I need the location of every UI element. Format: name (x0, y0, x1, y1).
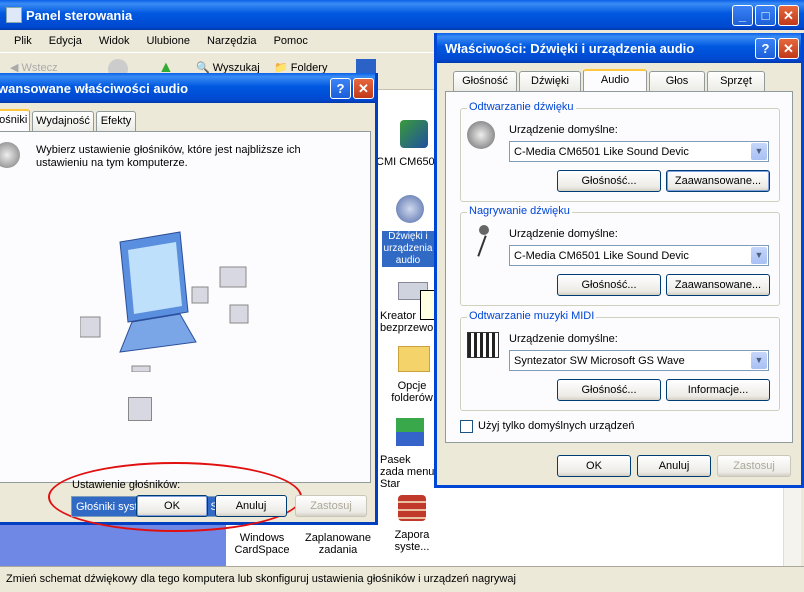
chevron-down-icon[interactable]: ▼ (751, 247, 767, 264)
speaker-cube-rear-left (128, 397, 152, 421)
advanced-tab-panel: Wybierz ustawienie głośników, które jest… (0, 131, 371, 532)
menu-view[interactable]: Widok (99, 35, 130, 47)
folder-options-label: Opcje folderów (391, 380, 433, 404)
cmi-label: CMI CM650 Sound Con (376, 156, 436, 168)
tab-volume[interactable]: Głośność (453, 71, 517, 91)
tab-voice[interactable]: Głos (649, 71, 705, 91)
cp-item-sounds[interactable]: Dźwięki i urządzenia audio (382, 195, 438, 267)
default-devices-label[interactable]: Użyj tylko domyślnych urządzeń (478, 420, 635, 432)
help-button[interactable]: ? (755, 38, 776, 59)
midi-volume-button[interactable]: Głośność... (557, 379, 661, 401)
chevron-down-icon[interactable]: ▼ (751, 143, 767, 160)
speaker-icon (396, 195, 424, 223)
menu-edit[interactable]: Edycja (49, 35, 82, 47)
cp-item-cmi[interactable]: CMI CM650 Sound Con (376, 120, 438, 168)
sound-tab-panel: Odtwarzanie dźwięku Urządzenie domyślne:… (445, 91, 793, 443)
cardspace-label: Windows CardSpace (234, 532, 290, 556)
midi-keyboard-icon (467, 332, 499, 358)
folder-options-icon (398, 346, 430, 372)
chevron-down-icon[interactable]: ▼ (751, 352, 767, 369)
close-button[interactable]: ✕ (778, 38, 799, 59)
maximize-button[interactable]: □ (755, 5, 776, 26)
tab-speakers[interactable]: łośniki (0, 109, 30, 132)
taskbar-icon (396, 418, 424, 446)
speaker-icon (467, 121, 495, 149)
recording-advanced-button[interactable]: Zaawansowane... (666, 274, 770, 296)
advanced-dialog-titlebar[interactable]: wansowane właściwości audio ? ✕ (0, 73, 375, 103)
taskbar-label: Pasek zada menu Star (380, 454, 435, 490)
recording-device-dropdown[interactable]: C-Media CM6501 Like Sound Devic ▼ (509, 245, 769, 266)
speaker-setup-diagram (80, 231, 249, 372)
cmi-icon (400, 120, 428, 148)
advanced-audio-dialog: wansowane właściwości audio ? ✕ łośniki … (0, 73, 378, 532)
playback-legend: Odtwarzanie dźwięku (467, 101, 576, 113)
midi-device-dropdown[interactable]: Syntezator SW Microsoft GS Wave ▼ (509, 350, 769, 371)
status-text: Zmień schemat dźwiękowy dla tego kompute… (6, 573, 516, 585)
cancel-button[interactable]: Anuluj (637, 455, 711, 477)
speaker-description: Wybierz ustawienie głośników, które jest… (36, 144, 301, 169)
sound-dialog-titlebar[interactable]: Właściwości: Dźwięki i urządzenia audio … (437, 33, 801, 63)
scheduled-label: Zaplanowane zadania (304, 532, 372, 556)
cp-item-firewall[interactable]: Zapora syste... (384, 495, 440, 553)
microphone-icon (471, 225, 491, 257)
apply-button[interactable]: Zastosuj (717, 455, 791, 477)
ok-button[interactable]: OK (557, 455, 631, 477)
speaker-small-icon (0, 142, 20, 168)
midi-group: Odtwarzanie muzyki MIDI Urządzenie domyś… (460, 310, 780, 411)
sound-tab-strip: Głośność Dźwięki Audio Głos Sprzęt (437, 69, 801, 92)
ok-button[interactable]: OK (136, 495, 208, 517)
playback-advanced-button[interactable]: Zaawansowane... (666, 170, 770, 192)
midi-device-label: Urządzenie domyślne: (509, 333, 618, 345)
playback-group: Odtwarzanie dźwięku Urządzenie domyślne:… (460, 101, 780, 202)
sounds-label: Dźwięki i urządzenia audio (382, 231, 434, 267)
close-button[interactable]: ✕ (353, 78, 374, 99)
window-title: Panel sterowania (26, 8, 133, 23)
firewall-label: Zapora syste... (394, 529, 430, 553)
close-button[interactable]: ✕ (778, 5, 799, 26)
menu-file[interactable]: Plik (14, 35, 32, 47)
tab-sounds[interactable]: Dźwięki (519, 71, 581, 91)
speaker-cube-side (191, 286, 209, 304)
apply-button[interactable]: Zastosuj (295, 495, 367, 517)
recording-group: Nagrywanie dźwięku Urządzenie domyślne: … (460, 205, 780, 306)
cancel-button[interactable]: Anuluj (215, 495, 287, 517)
firewall-icon (398, 495, 426, 521)
advanced-tab-strip: łośniki Wydajność Efekty (0, 109, 374, 132)
menu-favorites[interactable]: Ulubione (147, 35, 190, 47)
menu-help[interactable]: Pomoc (274, 35, 308, 47)
speaker-cube-rear-right (229, 304, 249, 324)
playback-device-dropdown[interactable]: C-Media CM6501 Like Sound Devic ▼ (509, 141, 769, 162)
tab-performance[interactable]: Wydajność (32, 111, 94, 131)
sound-properties-dialog: Właściwości: Dźwięki i urządzenia audio … (434, 33, 804, 488)
recording-device-label: Urządzenie domyślne: (509, 228, 618, 240)
default-devices-checkbox[interactable] (460, 420, 473, 433)
monitor-icon (119, 231, 197, 353)
minimize-button[interactable]: _ (732, 5, 753, 26)
status-bar: Zmień schemat dźwiękowy dla tego kompute… (0, 566, 804, 592)
control-panel-icon (6, 7, 22, 23)
playback-device-label: Urządzenie domyślne: (509, 124, 618, 136)
midi-info-button[interactable]: Informacje... (666, 379, 770, 401)
midi-legend: Odtwarzanie muzyki MIDI (467, 310, 597, 322)
help-button[interactable]: ? (330, 78, 351, 99)
speaker-cube-front-right (219, 266, 247, 288)
recording-volume-button[interactable]: Głośność... (557, 274, 661, 296)
playback-volume-button[interactable]: Głośność... (557, 170, 661, 192)
sound-dialog-title: Właściwości: Dźwięki i urządzenia audio (445, 41, 695, 56)
cp-item-folder-options[interactable]: Opcje folderów (384, 346, 440, 404)
tab-hardware[interactable]: Sprzęt (707, 71, 765, 91)
speaker-cube-center (131, 365, 151, 372)
cp-item-taskbar[interactable]: Pasek zada menu Star (380, 418, 440, 490)
advanced-dialog-title: wansowane właściwości audio (0, 81, 189, 96)
tab-audio[interactable]: Audio (583, 69, 647, 92)
recording-legend: Nagrywanie dźwięku (467, 205, 572, 217)
tab-effects[interactable]: Efekty (96, 111, 136, 131)
menu-tools[interactable]: Narzędzia (207, 35, 257, 47)
speaker-setting-label: Ustawienie głośników: (72, 479, 181, 491)
speaker-cube-front-left (80, 316, 101, 338)
control-panel-titlebar[interactable]: Panel sterowania _ □ ✕ (0, 0, 804, 30)
